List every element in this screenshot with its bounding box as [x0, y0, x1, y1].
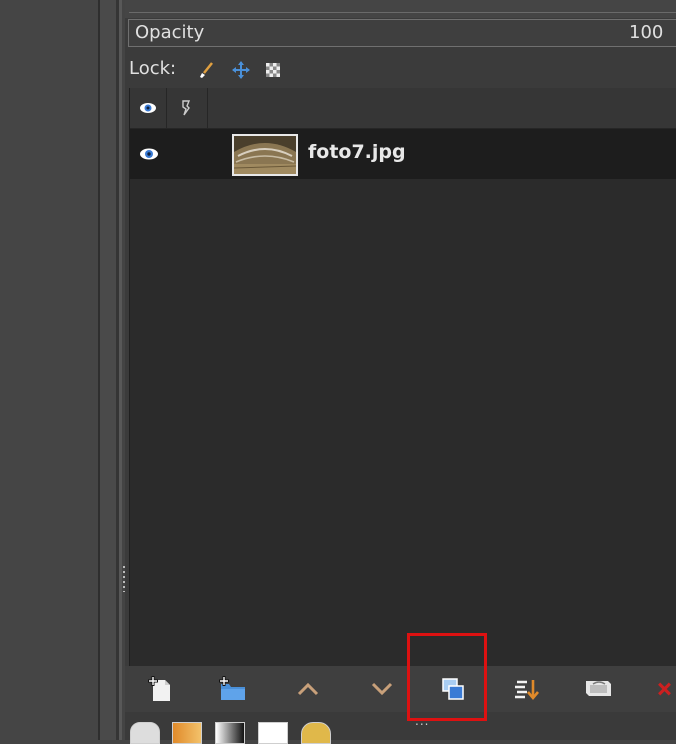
new-layer-button[interactable]: [143, 672, 177, 706]
palette-tab[interactable]: [301, 722, 331, 744]
dock-tabs: [125, 712, 676, 744]
checkerboard-icon[interactable]: [263, 60, 283, 80]
layer-name[interactable]: foto7.jpg: [308, 141, 406, 163]
opacity-label: Opacity: [135, 22, 205, 43]
duplicate-layer-button[interactable]: [436, 672, 470, 706]
delete-layer-icon: [658, 682, 671, 696]
add-mask-button[interactable]: [581, 672, 615, 706]
new-layer-group-icon: [219, 676, 245, 700]
layers-dock: Opacity 100 Lock: foto7.jpg ...: [125, 0, 676, 744]
left-panel: [0, 0, 98, 740]
move-icon[interactable]: [231, 60, 251, 80]
layer-row[interactable]: foto7.jpg: [130, 129, 676, 179]
raise-layer-button[interactable]: [291, 672, 325, 706]
brush-tab[interactable]: [130, 722, 160, 744]
delete-layer-button[interactable]: [653, 672, 676, 706]
more-dots: ...: [415, 714, 430, 728]
gradient-tab[interactable]: [215, 722, 245, 744]
layer-list-header: [130, 88, 676, 129]
top-strip: [125, 0, 676, 18]
paintbrush-icon[interactable]: [197, 60, 217, 80]
document-tab[interactable]: [258, 722, 288, 744]
separator-light: [119, 0, 122, 740]
anchor-merge-button[interactable]: [509, 672, 543, 706]
anchor-merge-icon: [515, 680, 539, 701]
raise-layer-icon: [297, 682, 319, 696]
visibility-column-header[interactable]: [130, 88, 167, 128]
chain-icon: [182, 100, 191, 116]
new-layer-icon: [148, 676, 170, 701]
opacity-value: 100: [629, 22, 664, 43]
chain-column-header[interactable]: [167, 88, 208, 128]
eye-icon: [140, 103, 156, 113]
layers-toolbar: [125, 666, 676, 712]
panel-separator: [100, 0, 116, 740]
new-layer-group-button[interactable]: [215, 672, 249, 706]
lower-layer-button[interactable]: [365, 672, 399, 706]
duplicate-layer-icon: [442, 678, 464, 700]
layer-visibility-eye-icon[interactable]: [139, 147, 159, 161]
mask-icon: [586, 681, 611, 696]
layer-thumbnail: [232, 134, 298, 176]
pattern-tab[interactable]: [172, 722, 202, 744]
lock-row: Lock:: [125, 52, 676, 86]
lower-layer-icon: [371, 682, 393, 696]
lock-label: Lock:: [129, 58, 177, 79]
opacity-slider[interactable]: Opacity 100: [128, 19, 676, 47]
layer-list[interactable]: foto7.jpg: [129, 88, 676, 666]
